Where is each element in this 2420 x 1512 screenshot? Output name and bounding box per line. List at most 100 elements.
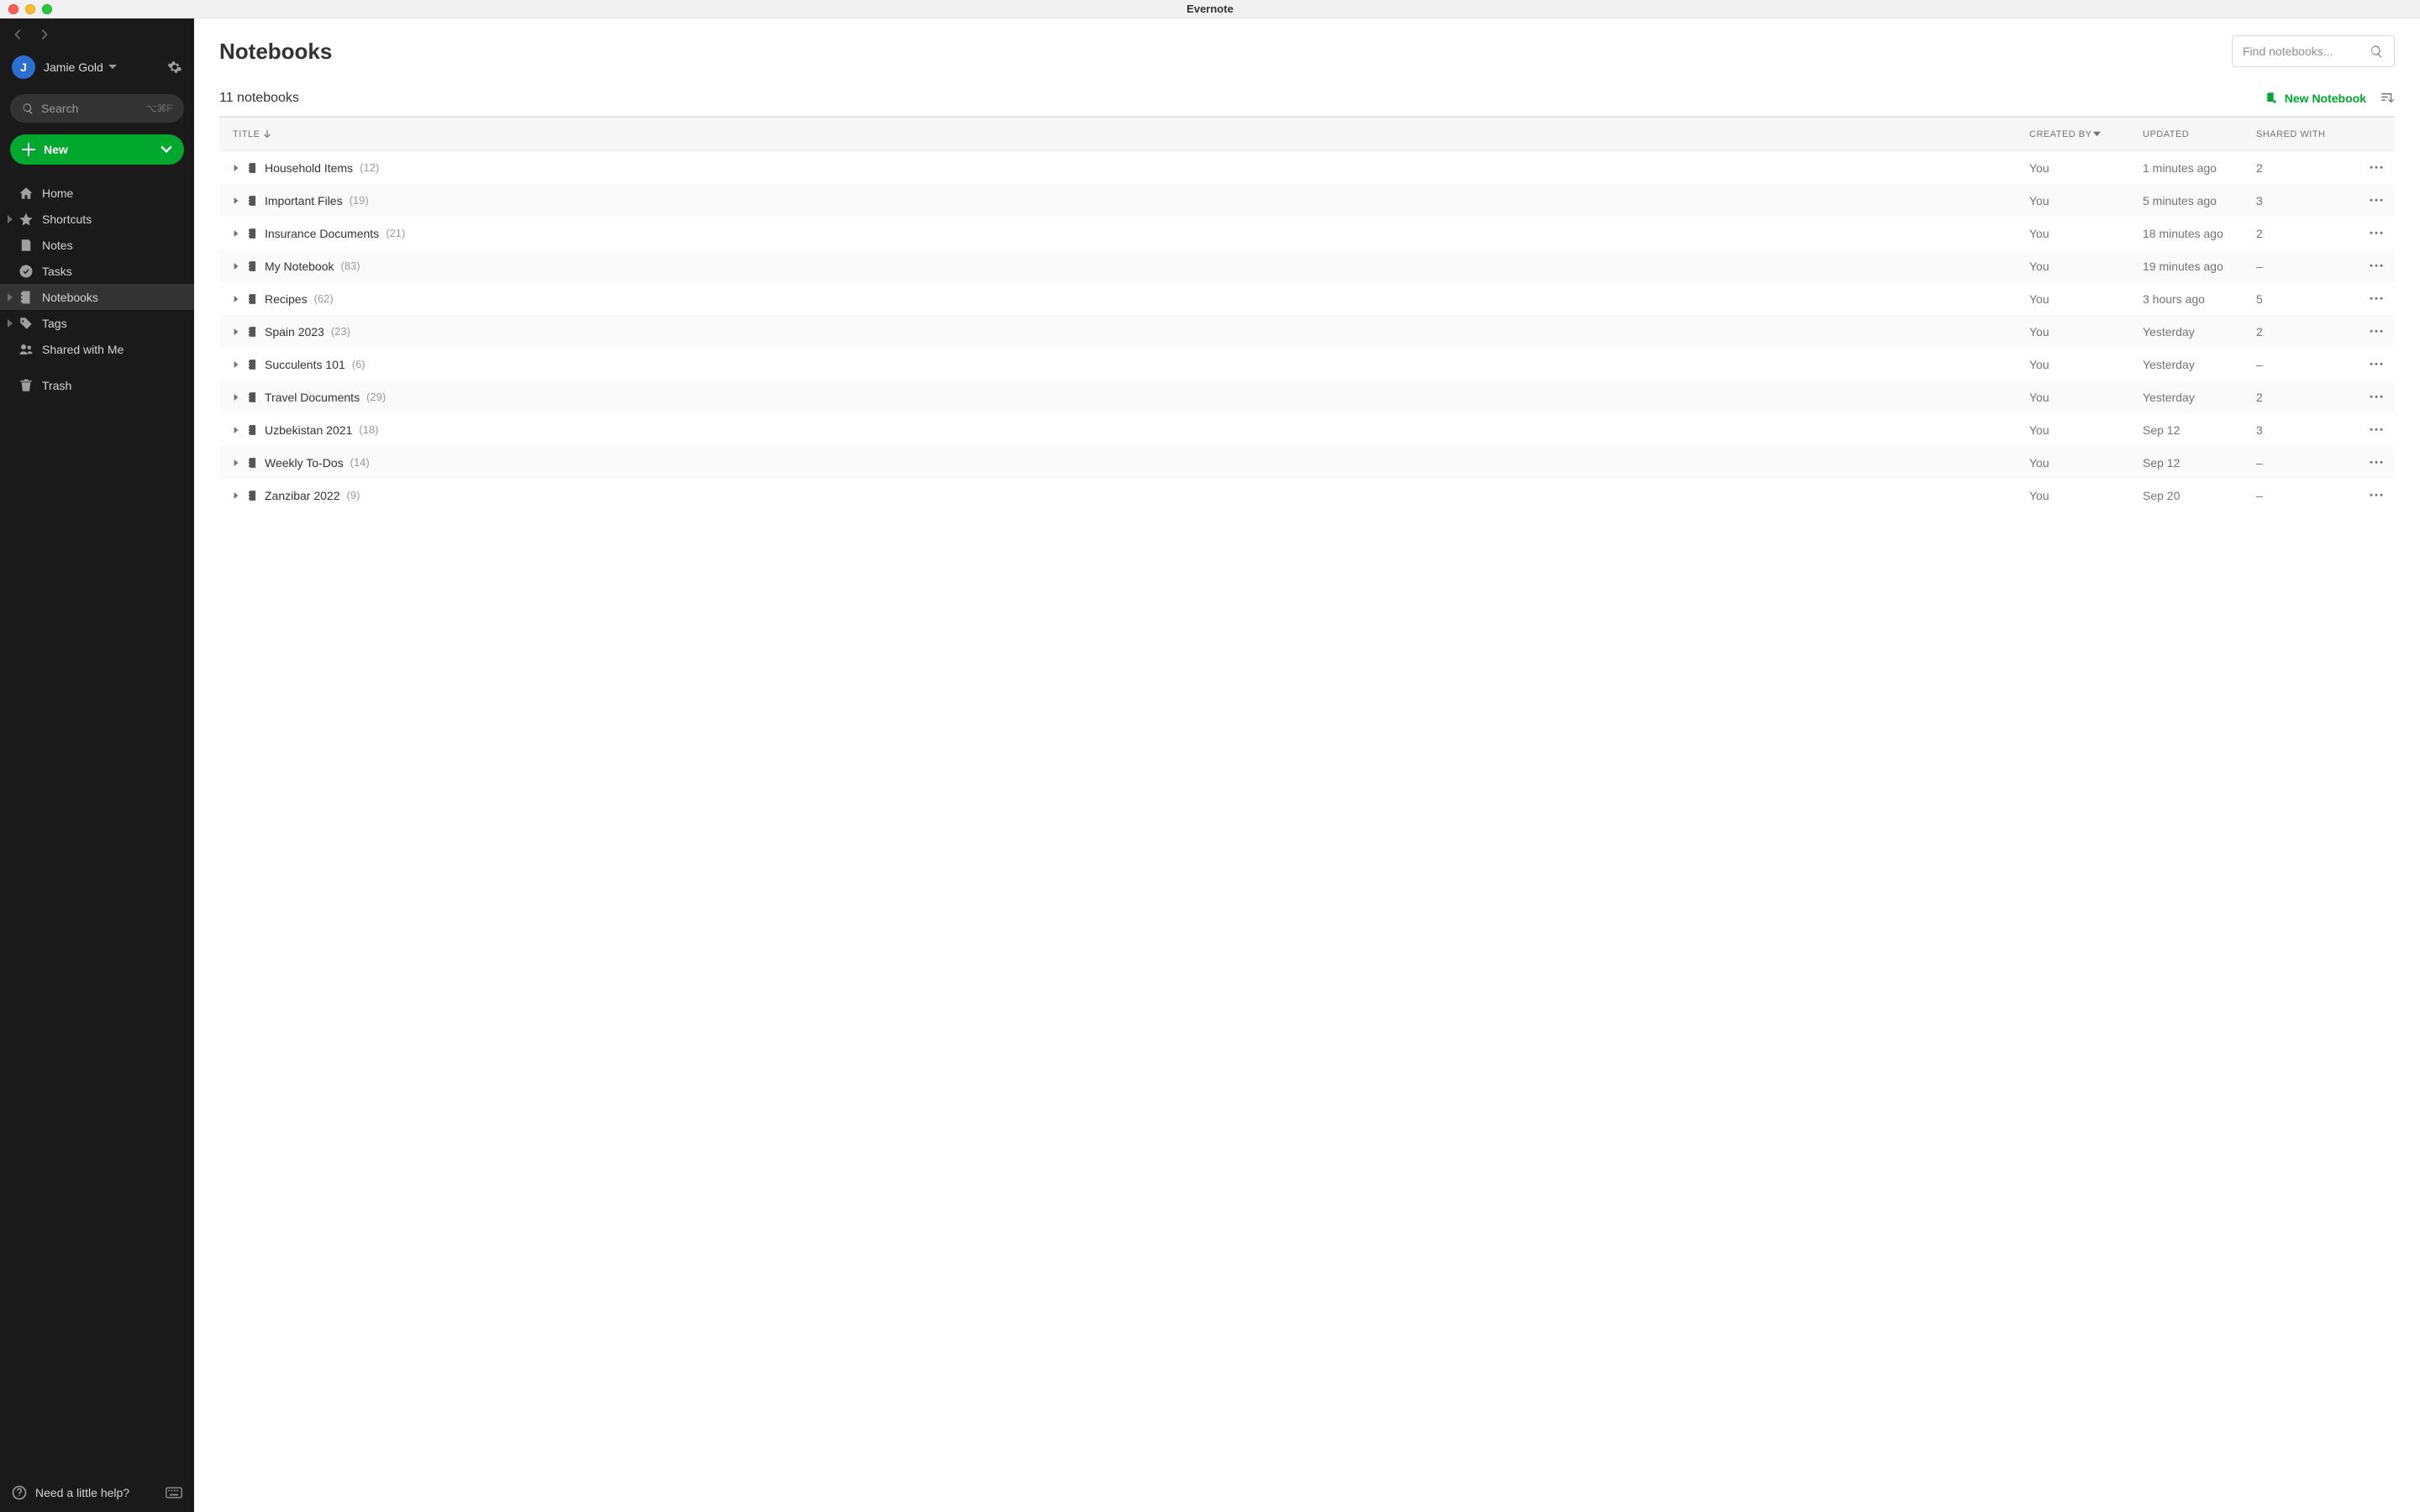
table-row[interactable]: Travel Documents (29) You Yesterday 2 [219,381,2395,413]
caret-right-icon[interactable] [7,215,15,223]
table-row[interactable]: Household Items (12) You 1 minutes ago 2 [219,151,2395,184]
more-icon[interactable] [2369,460,2384,465]
caret-right-icon[interactable] [7,319,15,328]
table-row[interactable]: Recipes (62) You 3 hours ago 5 [219,282,2395,315]
sidebar-item-shortcuts[interactable]: Shortcuts [0,206,194,232]
people-icon [18,342,34,357]
search-icon [2370,45,2384,59]
caret-right-icon[interactable] [233,394,239,401]
notebook-icon [246,457,258,469]
page-title: Notebooks [219,39,332,65]
titlebar: Evernote [0,0,2420,18]
table-row[interactable]: Zanzibar 2022 (9) You Sep 20 – [219,479,2395,512]
sidebar-item-tags[interactable]: Tags [0,310,194,336]
row-title-cell: Insurance Documents (21) [219,227,2029,240]
caret-right-icon[interactable] [7,293,15,302]
caret-right-icon[interactable] [233,427,239,433]
sidebar-item-trash[interactable]: Trash [0,372,194,398]
notebook-count-badge: (62) [314,292,334,305]
new-button[interactable]: New [10,134,184,165]
notebook-icon [246,195,258,207]
caret-right-icon[interactable] [233,361,239,368]
user-row[interactable]: J Jamie Gold [0,44,194,86]
table-row[interactable]: Weekly To-Dos (14) You Sep 12 – [219,446,2395,479]
back-icon[interactable] [12,29,24,40]
close-window-button[interactable] [8,4,18,14]
find-notebooks-input[interactable]: Find notebooks... [2232,35,2395,67]
more-icon[interactable] [2369,428,2384,432]
row-updated: Yesterday [2143,358,2256,371]
more-icon[interactable] [2369,165,2384,170]
caret-right-icon[interactable] [233,165,239,171]
notebook-count-badge: (19) [350,194,369,207]
notebook-icon [246,359,258,370]
table-row[interactable]: Uzbekistan 2021 (18) You Sep 12 3 [219,413,2395,446]
help-icon[interactable] [12,1485,27,1500]
caret-right-icon[interactable] [233,197,239,204]
column-shared-with[interactable]: SHARED WITH [2256,129,2357,139]
more-icon[interactable] [2369,198,2384,202]
sidebar-item-tasks[interactable]: Tasks [0,258,194,284]
table-row[interactable]: My Notebook (83) You 19 minutes ago – [219,249,2395,282]
keyboard-icon[interactable] [166,1486,182,1499]
sub-row: 11 notebooks New Notebook [219,91,2395,106]
row-shared-with: – [2256,260,2357,273]
row-actions [2357,395,2395,399]
gear-icon[interactable] [167,60,182,75]
sidebar-item-notebooks[interactable]: Notebooks [0,284,194,310]
sidebar-label: Notebooks [42,291,98,304]
more-icon[interactable] [2369,395,2384,399]
caret-right-icon[interactable] [233,296,239,302]
help-label[interactable]: Need a little help? [35,1486,166,1499]
row-created-by: You [2029,227,2143,240]
column-title[interactable]: TITLE [219,129,2029,139]
sidebar-item-shared[interactable]: Shared with Me [0,336,194,362]
notebook-name: Travel Documents [265,391,360,404]
notebook-icon [18,290,34,305]
more-icon[interactable] [2369,231,2384,235]
search-placeholder: Search [41,102,145,115]
table-row[interactable]: Insurance Documents (21) You 18 minutes … [219,217,2395,249]
search-input[interactable]: Search ⌥⌘F [10,94,184,123]
row-created-by: You [2029,260,2143,273]
row-created-by: You [2029,489,2143,502]
row-created-by: You [2029,292,2143,306]
row-updated: 19 minutes ago [2143,260,2256,273]
sidebar-label: Notes [42,239,73,252]
caret-right-icon[interactable] [233,492,239,499]
table-row[interactable]: Important Files (19) You 5 minutes ago 3 [219,184,2395,217]
more-icon[interactable] [2369,297,2384,301]
minimize-window-button[interactable] [25,4,35,14]
row-updated: 3 hours ago [2143,292,2256,306]
sort-icon[interactable] [2380,91,2395,106]
notebook-icon [246,260,258,272]
row-updated: Yesterday [2143,325,2256,339]
fullscreen-window-button[interactable] [42,4,52,14]
caret-right-icon[interactable] [233,230,239,237]
forward-icon[interactable] [39,29,50,40]
caret-down-icon [2093,130,2101,138]
row-actions [2357,165,2395,170]
more-icon[interactable] [2369,329,2384,333]
column-updated[interactable]: UPDATED [2143,129,2256,139]
caret-right-icon[interactable] [233,328,239,335]
more-icon[interactable] [2369,264,2384,268]
more-icon[interactable] [2369,493,2384,497]
caret-right-icon[interactable] [233,459,239,466]
sidebar: J Jamie Gold Search ⌥⌘F New Home [0,18,194,1512]
table-row[interactable]: Succulents 101 (6) You Yesterday – [219,348,2395,381]
row-actions [2357,460,2395,465]
sidebar-item-notes[interactable]: Notes [0,232,194,258]
caret-right-icon[interactable] [233,263,239,270]
row-actions [2357,231,2395,235]
row-actions [2357,198,2395,202]
window-title: Evernote [1186,3,1234,15]
more-icon[interactable] [2369,362,2384,366]
row-shared-with: 2 [2256,325,2357,339]
sidebar-item-home[interactable]: Home [0,180,194,206]
table-row[interactable]: Spain 2023 (23) You Yesterday 2 [219,315,2395,348]
sidebar-label: Tags [42,317,67,330]
new-notebook-button[interactable]: New Notebook [2265,92,2366,105]
column-created-by[interactable]: CREATED BY [2029,129,2143,139]
row-shared-with: – [2256,456,2357,470]
